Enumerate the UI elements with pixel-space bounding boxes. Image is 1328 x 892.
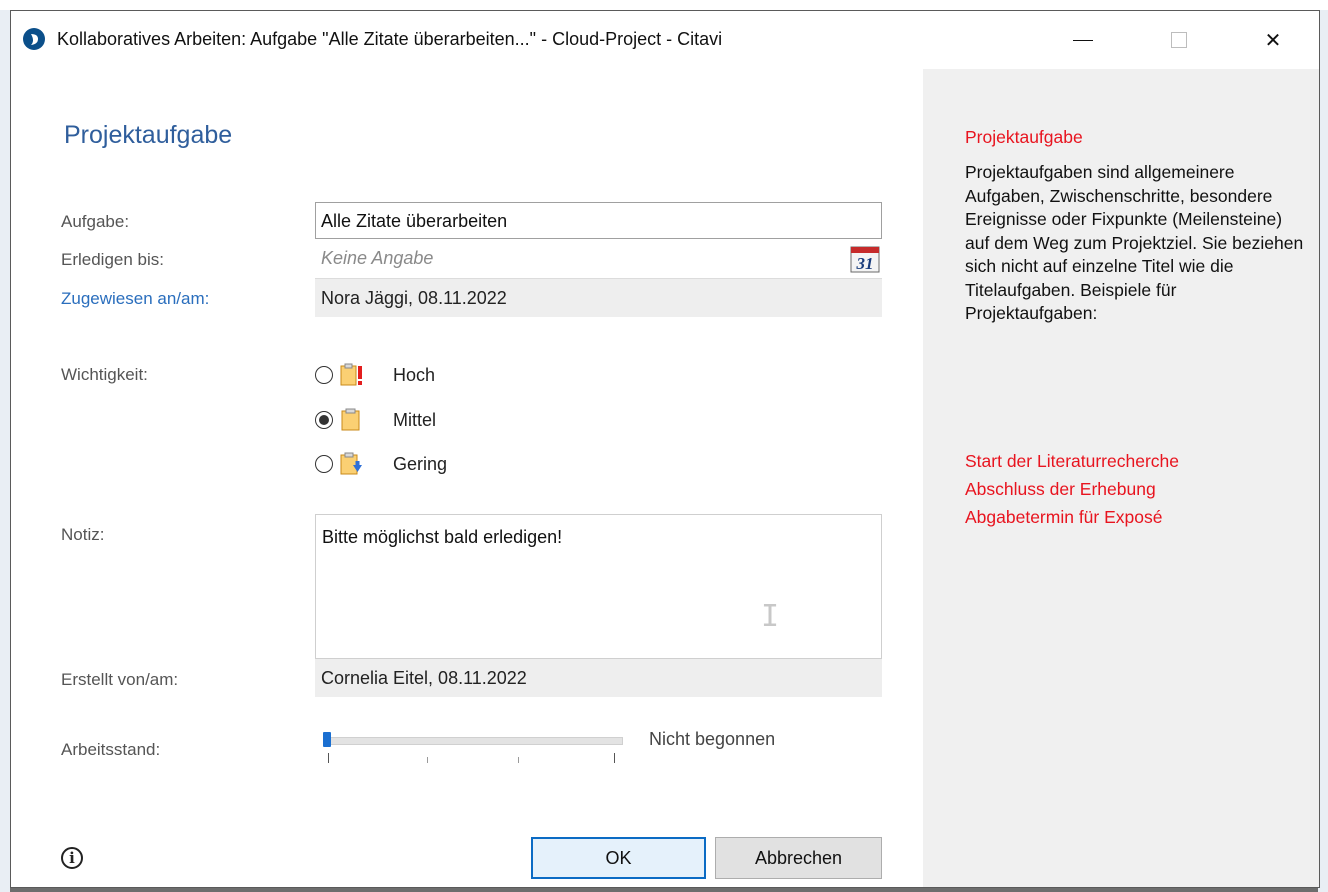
task-medium-icon (341, 408, 360, 431)
form-pane: Projektaufgabe Aufgabe: Alle Zitate über… (11, 69, 923, 887)
radio-low[interactable] (315, 455, 333, 473)
window-title: Kollaboratives Arbeiten: Aufgabe "Alle Z… (57, 29, 723, 49)
created-by-value: Cornelia Eitel, 08.11.2022 (315, 659, 882, 697)
progress-slider-thumb[interactable] (323, 732, 331, 747)
due-date-placeholder: Keine Angabe (321, 248, 434, 268)
help-examples: Start der Literaturrecherche Abschluss d… (965, 447, 1179, 531)
assigned-to-value: Nora Jäggi, 08.11.2022 (315, 279, 882, 317)
priority-option-low[interactable]: Gering (315, 449, 447, 479)
priority-label-high: Hoch (393, 364, 436, 385)
note-label: Notiz: (61, 525, 105, 544)
minimize-icon (1073, 39, 1093, 41)
cancel-button[interactable]: Abbrechen (715, 837, 882, 879)
radio-high[interactable] (315, 366, 333, 384)
progress-label: Arbeitsstand: (61, 740, 161, 759)
help-text: Projektaufgaben sind allgemeinere Aufgab… (965, 162, 1304, 323)
slider-tick (614, 753, 615, 763)
priority-label-low: Gering (393, 453, 448, 474)
task-dialog: Kollaboratives Arbeiten: Aufgabe "Alle Z… (10, 10, 1320, 888)
help-example-item: Abschluss der Erhebung (965, 479, 1156, 499)
calendar-day: 31 (856, 254, 874, 273)
task-low-icon (340, 452, 362, 475)
priority-option-medium[interactable]: Mittel (315, 405, 436, 435)
task-label: Aufgabe: (61, 212, 130, 231)
progress-value: Nicht begonnen (649, 729, 776, 749)
created-by-label: Erstellt von/am: (61, 670, 179, 689)
slider-tick (427, 757, 428, 763)
help-example-item: Abgabetermin für Exposé (965, 507, 1163, 527)
title-bar: Kollaboratives Arbeiten: Aufgabe "Alle Z… (11, 11, 1319, 69)
maximize-button[interactable] (1131, 11, 1227, 69)
ok-button[interactable]: OK (531, 837, 706, 879)
text-cursor-icon: I (761, 599, 780, 634)
background-app-left (0, 10, 10, 892)
priority-label-medium: Mittel (393, 409, 437, 430)
due-date-field[interactable]: Keine Angabe 31 (315, 241, 882, 279)
help-example-item: Start der Literaturrecherche (965, 451, 1179, 471)
task-name-input[interactable]: Alle Zitate überarbeiten (315, 202, 882, 239)
help-pane: Projektaufgabe Projektaufgaben sind allg… (923, 69, 1319, 887)
close-icon: ✕ (1264, 29, 1282, 52)
assigned-to-link[interactable]: Zugewiesen an/am: (61, 289, 209, 309)
calendar-icon[interactable]: 31 (850, 245, 880, 273)
priority-option-high[interactable]: Hoch (315, 360, 435, 390)
priority-label: Wichtigkeit: (61, 365, 148, 384)
maximize-icon (1171, 32, 1187, 48)
slider-tick (328, 753, 329, 763)
close-button[interactable]: ✕ (1225, 11, 1321, 69)
page-title: Projektaufgabe (64, 121, 233, 149)
progress-slider-track[interactable] (329, 737, 623, 745)
radio-medium[interactable] (315, 411, 333, 429)
note-textarea[interactable]: Bitte möglichst bald erledigen! (315, 514, 882, 659)
help-title: Projektaufgabe (965, 127, 1083, 147)
slider-tick (518, 757, 519, 763)
task-high-icon (340, 363, 362, 386)
minimize-button[interactable] (1035, 11, 1131, 69)
citavi-logo-icon (23, 28, 45, 50)
due-date-label: Erledigen bis: (61, 250, 165, 269)
info-icon[interactable]: i (61, 847, 83, 869)
